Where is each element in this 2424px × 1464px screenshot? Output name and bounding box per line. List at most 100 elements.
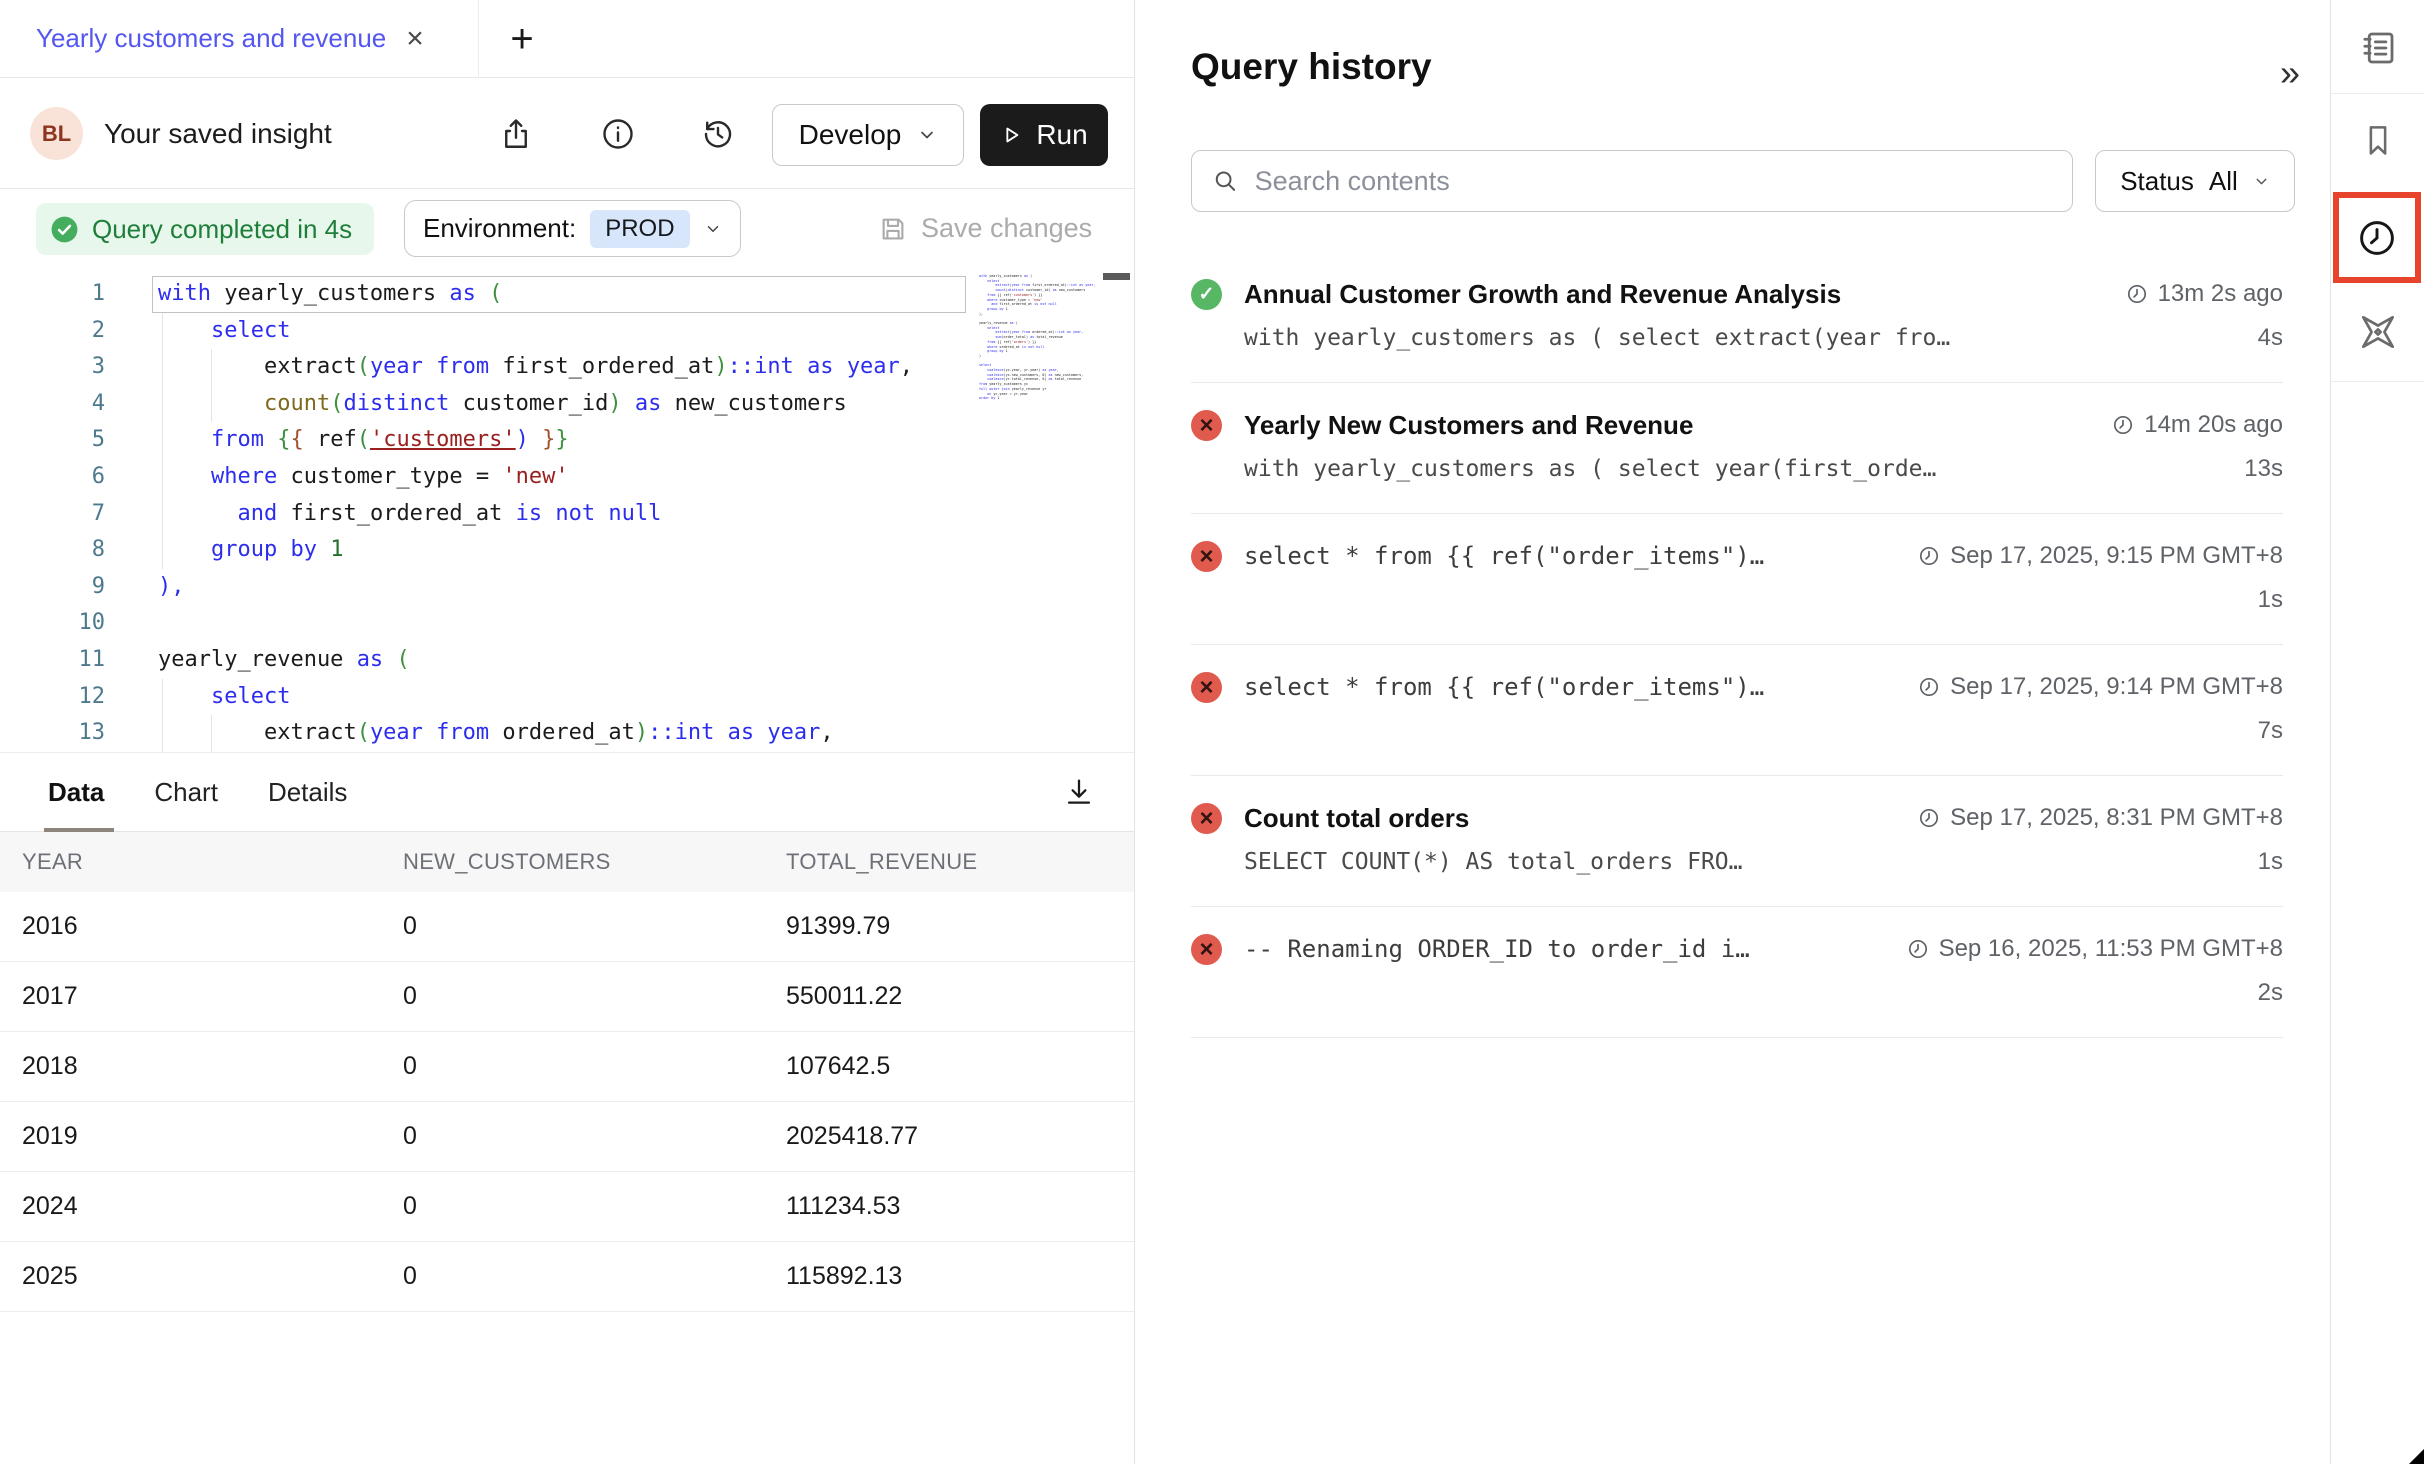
- query-snippet: with yearly_customers as ( select extrac…: [1244, 325, 1950, 351]
- insight-title: Your saved insight: [104, 78, 332, 189]
- editor-scrollbar[interactable]: [1103, 273, 1130, 280]
- query-duration: 1s: [2238, 848, 2283, 876]
- table-cell: 2024: [22, 1192, 403, 1221]
- table-row[interactable]: 2016091399.79: [0, 892, 1134, 962]
- environment-value: PROD: [590, 210, 689, 248]
- query-history-item[interactable]: ✓Annual Customer Growth and Revenue Anal…: [1191, 252, 2283, 383]
- query-history-item[interactable]: ×select * from {{ ref("order_items")…Sep…: [1191, 645, 2283, 776]
- query-history-panel: Query history » Status All ✓Annual Custo…: [1134, 0, 2330, 1464]
- code-line[interactable]: 4 count(distinct customer_id) as new_cus…: [0, 386, 1134, 423]
- line-number: 8: [0, 532, 105, 569]
- chevron-down-icon: [704, 220, 722, 238]
- table-cell: 2025418.77: [786, 1122, 1134, 1151]
- code-line[interactable]: 12 select: [0, 679, 1134, 716]
- line-number: 1: [0, 276, 105, 313]
- query-history-item[interactable]: ×Count total ordersSep 17, 2025, 8:31 PM…: [1191, 776, 2283, 907]
- tab-details[interactable]: Details: [268, 777, 347, 808]
- code-line[interactable]: 7 and first_ordered_at is not null: [0, 496, 1134, 533]
- lineage-panel-button[interactable]: [2331, 306, 2424, 358]
- query-snippet: SELECT COUNT(*) AS total_orders FRO…: [1244, 849, 1743, 875]
- save-changes-button[interactable]: Save changes: [878, 189, 1092, 268]
- column-header-year[interactable]: YEAR: [22, 849, 403, 875]
- line-number: 5: [0, 422, 105, 459]
- query-title: Annual Customer Growth and Revenue Analy…: [1244, 279, 1841, 310]
- bookmarks-panel-button[interactable]: [2331, 116, 2424, 164]
- query-history-item[interactable]: × Yearly New Customers and Revenue 14m 20s…: [1191, 383, 2283, 514]
- query-time: 14m 20s ago: [2091, 411, 2283, 439]
- column-header-new-customers[interactable]: NEW_CUSTOMERS: [403, 849, 786, 875]
- tab-chart[interactable]: Chart: [154, 777, 218, 808]
- query-history-item[interactable]: ×-- Renaming ORDER_ID to order_id i…Sep …: [1191, 907, 2283, 1038]
- rail-divider: [2331, 93, 2424, 94]
- status-filter-dropdown[interactable]: Status All: [2095, 150, 2295, 212]
- query-title: Count total orders: [1244, 803, 1469, 834]
- code-line[interactable]: 9),: [0, 569, 1134, 606]
- version-history-button[interactable]: [698, 114, 738, 154]
- editor-panel: Yearly customers and revenue × + BL Your…: [0, 0, 1134, 1464]
- tab-title: Yearly customers and revenue: [36, 23, 386, 54]
- develop-dropdown[interactable]: Develop: [772, 104, 964, 166]
- error-status-icon: ×: [1191, 410, 1222, 441]
- query-duration: 4s: [2238, 324, 2283, 352]
- query-time: Sep 17, 2025, 9:14 PM GMT+8: [1897, 673, 2283, 701]
- tab-yearly-customers-and-revenue[interactable]: Yearly customers and revenue ×: [0, 0, 424, 77]
- query-history-item[interactable]: ×select * from {{ ref("order_items")…Sep…: [1191, 514, 2283, 645]
- run-label: Run: [1036, 119, 1087, 151]
- info-button[interactable]: [598, 114, 638, 154]
- results-tab-bar: Data Chart Details: [0, 752, 1134, 832]
- code-line[interactable]: 1with yearly_customers as (: [0, 276, 1134, 313]
- status-row: Query completed in 4s Environment: PROD …: [0, 189, 1134, 268]
- clock-icon: [2111, 413, 2135, 437]
- success-check-icon: [49, 214, 80, 245]
- query-duration: 1s: [2238, 586, 2283, 614]
- table-row[interactable]: 20240111234.53: [0, 1172, 1134, 1242]
- history-clock-icon: [2355, 216, 2399, 260]
- column-header-total-revenue[interactable]: TOTAL_REVENUE: [786, 849, 1134, 875]
- table-cell: 2018: [22, 1052, 403, 1081]
- status-filter-value: All: [2209, 166, 2238, 197]
- code-line[interactable]: 8 group by 1: [0, 532, 1134, 569]
- history-revert-icon: [700, 116, 736, 152]
- tab-close-icon[interactable]: ×: [406, 24, 424, 54]
- table-row[interactable]: 201902025418.77: [0, 1102, 1134, 1172]
- table-header: YEAR NEW_CUSTOMERS TOTAL_REVENUE: [0, 832, 1134, 892]
- window-resize-handle[interactable]: [2409, 1449, 2424, 1464]
- query-time: Sep 16, 2025, 11:53 PM GMT+8: [1886, 935, 2283, 963]
- code-line[interactable]: 5 from {{ ref('customers') }}: [0, 422, 1134, 459]
- search-box: [1191, 150, 2073, 212]
- line-number: 11: [0, 642, 105, 679]
- query-snippet: with yearly_customers as ( select year(f…: [1244, 456, 1936, 482]
- query-history-panel-button[interactable]: [2333, 192, 2421, 283]
- tab-data[interactable]: Data: [48, 777, 104, 808]
- share-button[interactable]: [496, 114, 536, 154]
- code-line[interactable]: 10: [0, 605, 1134, 642]
- line-number: 3: [0, 349, 105, 386]
- query-time: Sep 17, 2025, 8:31 PM GMT+8: [1897, 804, 2283, 832]
- avatar: BL: [30, 107, 83, 160]
- line-number: 6: [0, 459, 105, 496]
- code-line[interactable]: 11yearly_revenue as (: [0, 642, 1134, 679]
- code-line[interactable]: 3 extract(year from first_ordered_at)::i…: [0, 349, 1134, 386]
- clock-icon: [2125, 282, 2149, 306]
- table-row[interactable]: 20170550011.22: [0, 962, 1134, 1032]
- download-button[interactable]: [1062, 775, 1098, 811]
- minimap[interactable]: with yearly_customers as ( select extrac…: [979, 274, 1101, 744]
- notebook-panel-button[interactable]: [2331, 24, 2424, 72]
- environment-selector[interactable]: Environment: PROD: [404, 200, 741, 257]
- code-line[interactable]: 6 where customer_type = 'new': [0, 459, 1134, 496]
- new-tab-button[interactable]: +: [496, 0, 548, 78]
- table-row[interactable]: 20180107642.5: [0, 1032, 1134, 1102]
- query-title: Yearly New Customers and Revenue: [1244, 410, 1693, 441]
- chevron-down-icon: [917, 125, 937, 145]
- active-tab-underline: [44, 828, 114, 832]
- code-line[interactable]: 2 select: [0, 313, 1134, 350]
- table-row[interactable]: 20250115892.13: [0, 1242, 1134, 1312]
- develop-label: Develop: [799, 119, 902, 151]
- query-title: select * from {{ ref("order_items")…: [1244, 542, 1764, 570]
- panel-title: Query history: [1191, 46, 1432, 88]
- collapse-panel-button[interactable]: »: [2280, 52, 2300, 94]
- sql-editor[interactable]: 1with yearly_customers as (2 select3 ext…: [0, 268, 1134, 752]
- run-button[interactable]: Run: [980, 104, 1108, 166]
- code-line[interactable]: 13 extract(year from ordered_at)::int as…: [0, 715, 1134, 752]
- search-input[interactable]: [1255, 166, 2052, 197]
